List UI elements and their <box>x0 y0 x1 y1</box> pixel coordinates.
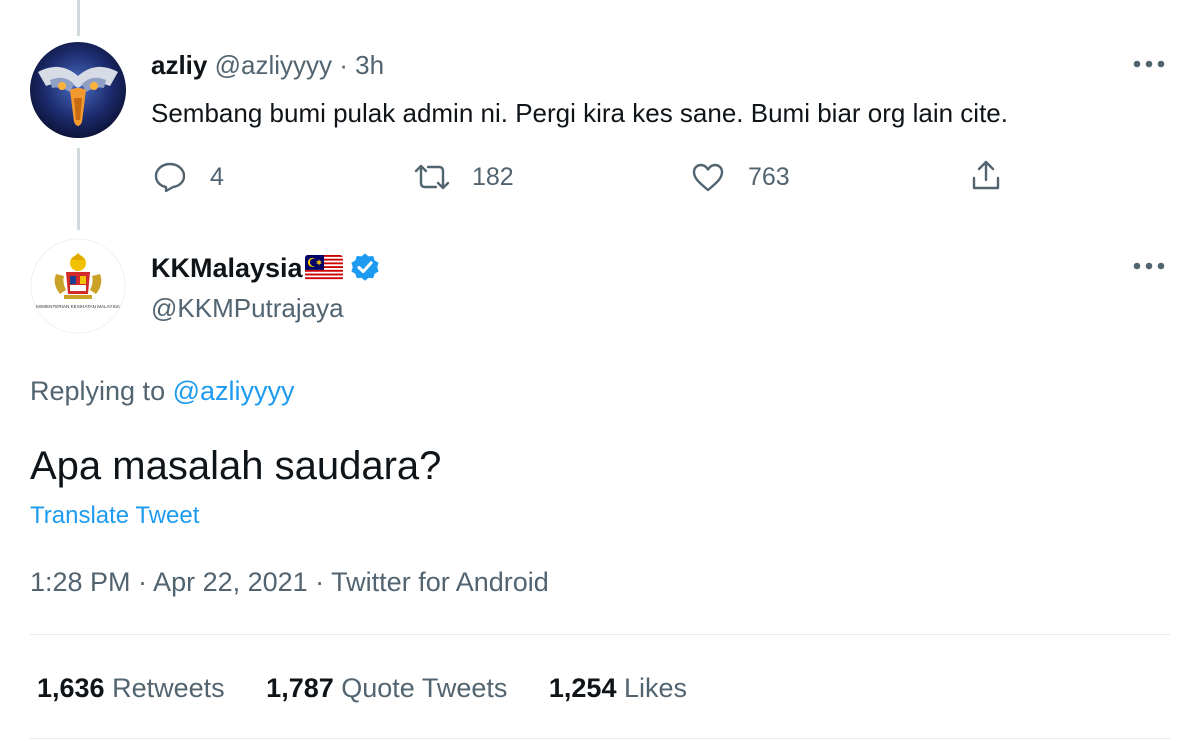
reply-count: 4 <box>210 163 224 191</box>
divider-top <box>30 634 1170 635</box>
quote-tweets-count: 1,787 <box>266 673 334 703</box>
heart-icon[interactable] <box>691 162 725 192</box>
more-horizontal-icon[interactable] <box>1132 261 1166 271</box>
tweet-timestamp[interactable]: 1:28 PM · Apr 22, 2021 · Twitter for And… <box>30 565 549 599</box>
main-tweet-text: Apa masalah saudara? <box>30 444 442 488</box>
retweets-count: 1,636 <box>37 673 105 703</box>
translate-tweet-link[interactable]: Translate Tweet <box>30 501 199 531</box>
kkm-logo-avatar[interactable]: KEMENTERIAN KESIHATAN MALAYSIA <box>30 238 126 334</box>
share-icon[interactable] <box>970 158 1002 192</box>
kkm-logo-text: KEMENTERIAN KESIHATAN MALAYSIA <box>36 304 120 309</box>
retweet-count: 182 <box>472 163 514 191</box>
reply-separator: · <box>339 50 348 80</box>
retweets-label: Retweets <box>112 673 225 703</box>
retweets-stat[interactable]: 1,636 Retweets <box>37 673 232 703</box>
likes-label: Likes <box>623 673 688 703</box>
main-author-name[interactable]: KKMalaysia <box>151 253 303 284</box>
retweet-icon[interactable] <box>412 163 452 191</box>
reply-icon[interactable] <box>153 161 187 193</box>
malaysia-flag-icon <box>304 255 343 281</box>
reply-time-ago[interactable]: 3h <box>355 50 384 80</box>
thread-line-top <box>77 0 80 36</box>
quote-tweets-stat[interactable]: 1,787 Quote Tweets <box>266 673 515 703</box>
reply-author-handle[interactable]: @azliyyyy <box>215 50 332 80</box>
tweet-stats: 1,636 Retweets 1,787 Quote Tweets 1,254 … <box>37 671 687 705</box>
divider-bottom <box>30 738 1170 739</box>
likes-count: 1,254 <box>548 673 617 703</box>
quote-tweets-label: Quote Tweets <box>341 673 508 703</box>
reply-tweet-text: Sembang bumi pulak admin ni. Pergi kira … <box>151 98 1008 128</box>
main-author-handle[interactable]: @KKMPutrajaya <box>151 293 344 323</box>
reply-author-name[interactable]: azliy <box>151 50 207 80</box>
thread-line-middle <box>77 148 80 230</box>
verified-badge-icon <box>350 253 379 281</box>
eagle-avatar[interactable] <box>30 42 126 138</box>
like-count: 763 <box>748 163 790 191</box>
replying-to-prefix: Replying to <box>30 376 166 406</box>
more-horizontal-icon[interactable] <box>1132 59 1166 69</box>
replying-to-handle[interactable]: @azliyyyy <box>173 376 295 406</box>
likes-stat[interactable]: 1,254 Likes <box>549 673 687 703</box>
